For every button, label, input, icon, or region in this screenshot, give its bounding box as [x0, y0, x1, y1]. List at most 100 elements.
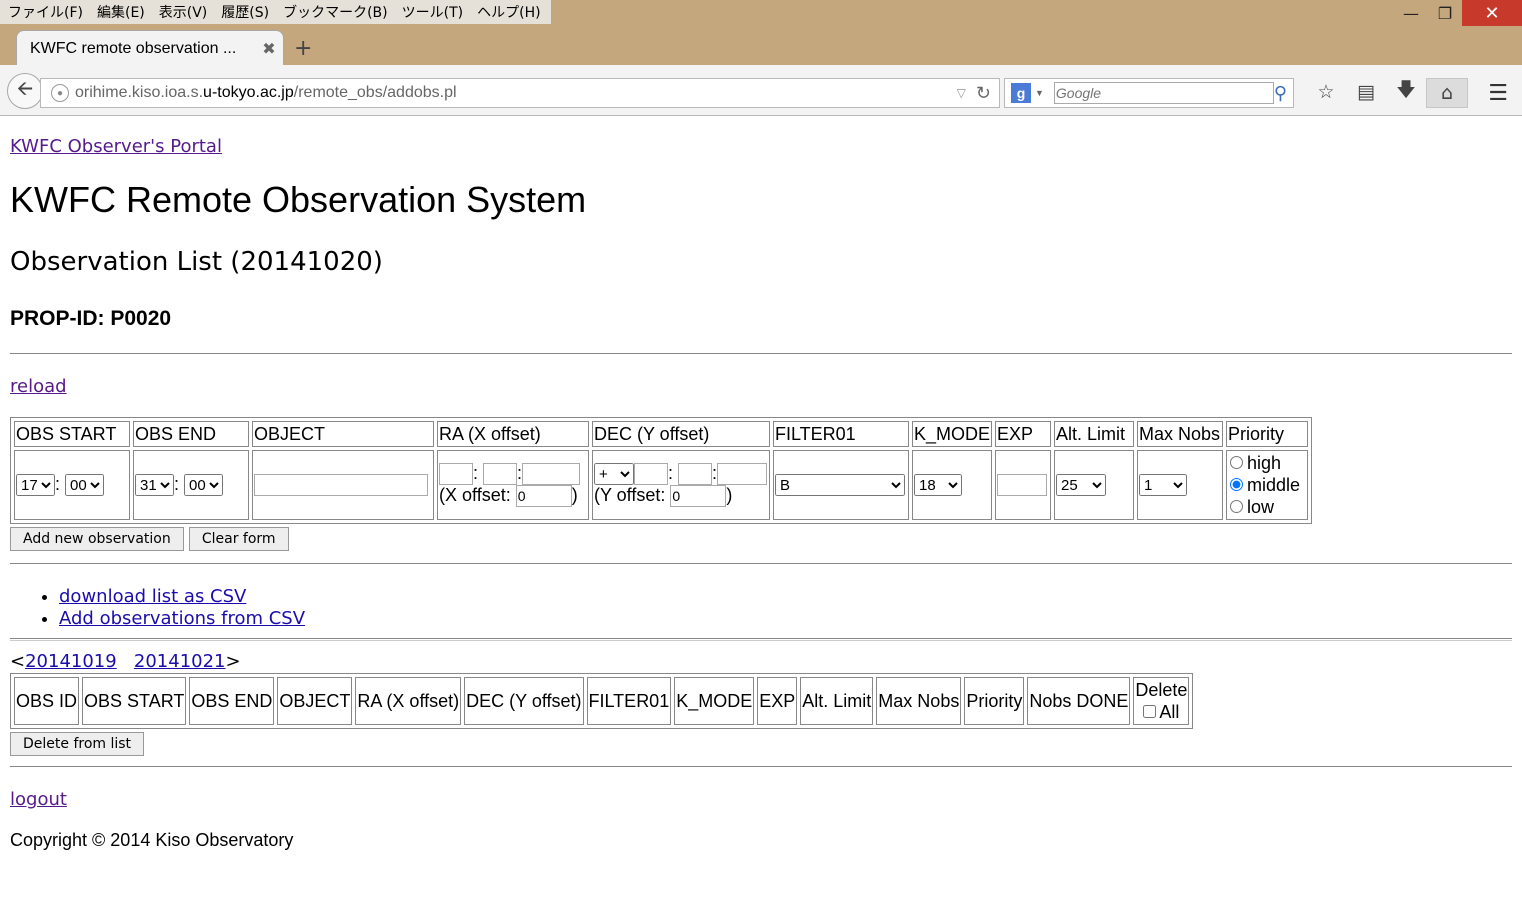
k-mode-cell: 18: [912, 450, 993, 520]
colon: :: [668, 462, 674, 483]
max-nobs-cell: 1: [1137, 450, 1224, 520]
back-arrow-icon[interactable]: 🡨: [7, 73, 43, 109]
dec-deg-input[interactable]: [634, 462, 668, 485]
alt-limit-select[interactable]: 25: [1056, 474, 1107, 497]
header-max-nobs: Max Nobs: [1137, 421, 1224, 447]
csv-links: download list as CSV Add observations fr…: [10, 586, 1512, 630]
list-header-k-mode: K_MODE: [674, 677, 755, 725]
colon: :: [174, 473, 180, 494]
url-host: u-tokyo.ac.jp: [203, 84, 294, 101]
prop-id: PROP-ID: P0020: [10, 307, 172, 330]
priority-low[interactable]: low: [1228, 496, 1306, 518]
page-content: KWFC Observer's Portal KWFC Remote Obser…: [0, 136, 1522, 851]
maximize-icon[interactable]: ❐: [1428, 0, 1462, 26]
portal-link[interactable]: KWFC Observer's Portal: [10, 136, 1512, 157]
dec-cell: +: : (Y offset: ): [592, 450, 770, 520]
close-window-icon[interactable]: ✕: [1462, 0, 1522, 26]
menu-edit[interactable]: 編集(E): [91, 2, 153, 22]
exp-input[interactable]: [997, 474, 1048, 496]
download-csv-link[interactable]: download list as CSV: [59, 586, 246, 607]
minimize-icon[interactable]: —: [1394, 0, 1428, 26]
exp-cell: [995, 450, 1052, 520]
priority-high-radio[interactable]: [1230, 456, 1244, 469]
list-header-delete: Delete All: [1133, 677, 1190, 725]
url-bar[interactable]: ● orihime.kiso.ioa.s. u-tokyo.ac.jp/remot…: [40, 78, 1000, 108]
download-icon[interactable]: 🡇: [1386, 78, 1426, 106]
priority-low-radio[interactable]: [1230, 500, 1244, 513]
colon: :: [55, 473, 61, 494]
reading-list-icon[interactable]: ▤: [1346, 78, 1386, 106]
obs-end-hour-select[interactable]: 31: [135, 474, 174, 497]
google-logo-icon[interactable]: g: [1011, 83, 1031, 103]
header-alt-limit: Alt. Limit: [1054, 421, 1135, 447]
list-header-dec: DEC (Y offset): [464, 677, 584, 725]
delete-from-list-button[interactable]: Delete from list: [10, 732, 145, 756]
divider: [10, 563, 1512, 564]
menu-tools[interactable]: ツール(T): [396, 2, 471, 22]
reload-link[interactable]: reload: [10, 376, 1512, 397]
obs-end-min-select[interactable]: 00: [184, 474, 224, 497]
menu-file[interactable]: ファイル(F): [2, 2, 91, 22]
header-exp: EXP: [995, 421, 1052, 447]
header-priority: Priority: [1226, 421, 1309, 447]
tab-close-icon[interactable]: ✖: [255, 39, 283, 59]
priority-high-label: high: [1247, 453, 1282, 473]
menu-history[interactable]: 履歴(S): [215, 2, 277, 22]
add-from-csv-link[interactable]: Add observations from CSV: [59, 608, 305, 629]
refresh-icon[interactable]: ↻: [976, 83, 991, 104]
object-input[interactable]: [254, 474, 428, 496]
max-nobs-select[interactable]: 1: [1139, 474, 1188, 497]
menu-hamburger-icon[interactable]: ☰: [1488, 81, 1508, 106]
nav-bar: 🡨 ● orihime.kiso.ioa.s. u-tokyo.ac.jp/rem…: [0, 65, 1522, 116]
menu-help[interactable]: ヘルプ(H): [471, 2, 548, 22]
search-icon[interactable]: ⚲: [1274, 83, 1287, 104]
observation-form-table: OBS START OBS END OBJECT RA (X offset) D…: [10, 417, 1313, 524]
menu-view[interactable]: 表示(V): [153, 2, 216, 22]
ra-hour-input[interactable]: [439, 463, 473, 485]
colon: :: [473, 463, 479, 483]
close-paren: ): [571, 485, 578, 505]
ra-sec-input[interactable]: [522, 463, 581, 485]
x-offset-label: (X offset:: [439, 485, 511, 505]
dec-min-input[interactable]: [678, 462, 713, 485]
obs-start-min-select[interactable]: 00: [65, 474, 105, 497]
dec-sign-select[interactable]: +: [594, 463, 634, 486]
page-title: KWFC Remote Observation System: [10, 179, 587, 220]
search-engine-caret-icon[interactable]: ▼: [1035, 88, 1044, 98]
delete-all-checkbox[interactable]: [1143, 705, 1157, 718]
tab-title: KWFC remote observation ...: [30, 39, 237, 57]
k-mode-select[interactable]: 18: [914, 474, 962, 497]
ra-min-input[interactable]: [483, 463, 518, 485]
list-button-row: Delete from list: [10, 732, 1512, 756]
page-subtitle: Observation List (20141020): [10, 247, 383, 277]
new-tab-icon[interactable]: +: [294, 36, 312, 61]
home-icon[interactable]: ⌂: [1426, 78, 1468, 108]
copyright: Copyright © 2014 Kiso Observatory: [10, 830, 294, 850]
add-observation-button[interactable]: Add new observation: [10, 527, 184, 551]
bookmark-star-icon[interactable]: ☆: [1306, 78, 1346, 106]
divider: [10, 766, 1512, 767]
dec-sec-input[interactable]: [717, 462, 768, 485]
obs-start-hour-select[interactable]: 17: [16, 474, 55, 497]
search-input[interactable]: [1053, 82, 1274, 104]
menu-bookmarks[interactable]: ブックマーク(B): [277, 2, 396, 22]
filter-select[interactable]: B: [775, 474, 905, 497]
y-offset-input[interactable]: [670, 485, 727, 508]
priority-middle-label: middle: [1247, 475, 1301, 495]
list-header-obs-id: OBS ID: [14, 677, 80, 725]
clear-form-button[interactable]: Clear form: [188, 527, 289, 551]
delete-all[interactable]: All: [1143, 702, 1179, 722]
header-obs-end: OBS END: [133, 421, 249, 447]
prev-date-link[interactable]: 20141019: [25, 651, 117, 672]
header-object: OBJECT: [252, 421, 434, 447]
priority-middle-radio[interactable]: [1230, 478, 1244, 491]
logout-link[interactable]: logout: [10, 789, 1512, 810]
next-date-link[interactable]: 20141021: [134, 651, 226, 672]
tab-kwfc[interactable]: KWFC remote observation ... ✖: [16, 30, 284, 66]
priority-middle[interactable]: middle: [1228, 474, 1306, 496]
filter-cell: B: [773, 450, 909, 520]
url-dropdown-icon[interactable]: ▽: [957, 86, 966, 100]
header-obs-start: OBS START: [14, 421, 130, 447]
priority-high[interactable]: high: [1228, 452, 1306, 474]
x-offset-input[interactable]: [515, 485, 572, 507]
